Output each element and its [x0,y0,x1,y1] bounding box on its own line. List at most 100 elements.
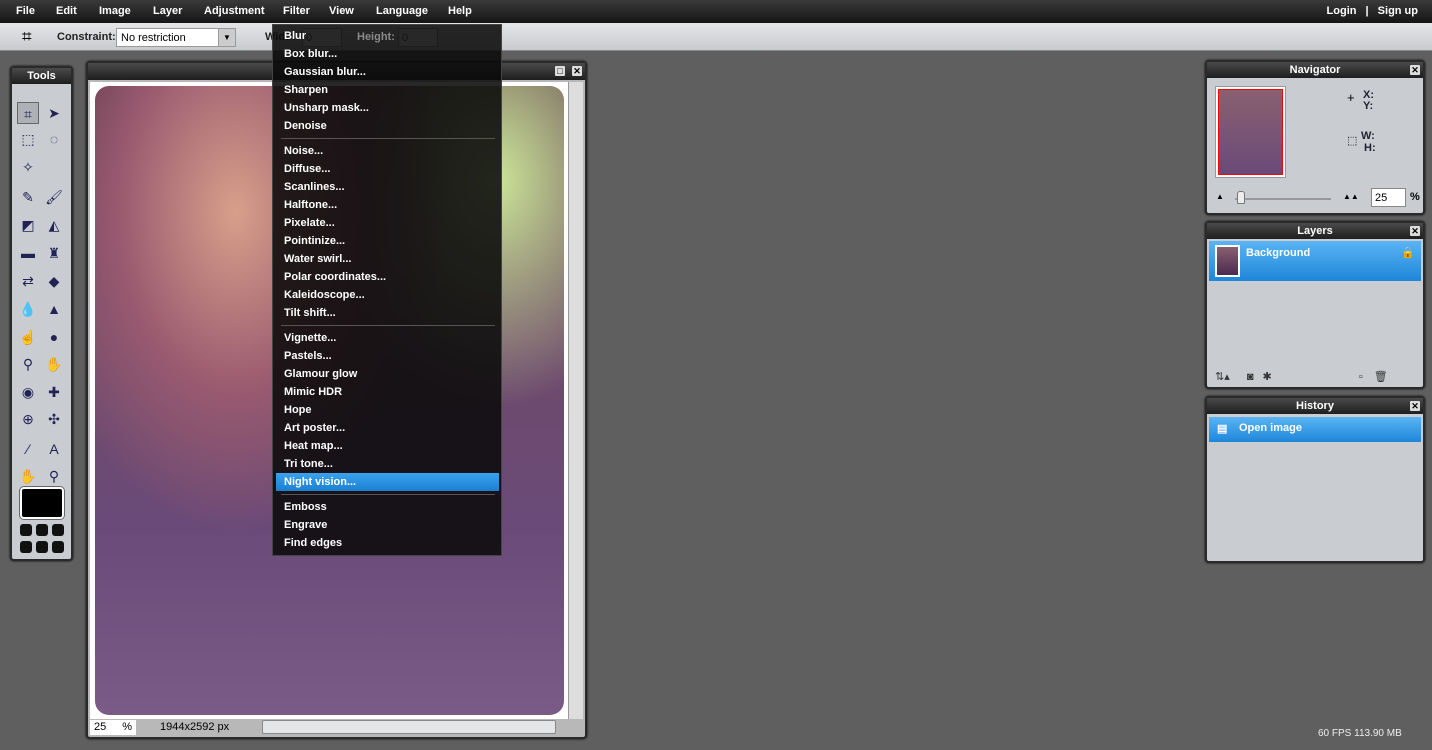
filter-menu-item[interactable]: Vignette... [276,329,499,347]
layer-style-icon[interactable]: ✱ [1263,371,1272,383]
menu-help[interactable]: Help [448,5,472,17]
filter-menu-item[interactable]: Tilt shift... [276,304,499,322]
filter-menu-item[interactable]: Box blur... [276,45,499,63]
filter-menu-item[interactable]: Halftone... [276,196,499,214]
menu-language[interactable]: Language [376,5,428,17]
filter-menu-item[interactable]: Polar coordinates... [276,268,499,286]
filter-menu-item[interactable]: Water swirl... [276,250,499,268]
tool-pinch-icon[interactable]: ✣ [43,408,65,430]
zoom-out-icon[interactable]: ▲ [1216,192,1224,201]
maximize-icon[interactable]: □ [555,66,565,76]
navigator-zoom-input[interactable]: 25 [1371,188,1406,207]
tool-dodge-icon[interactable]: ⚲ [17,353,39,375]
close-icon[interactable]: ✕ [572,66,582,76]
tool-burn-icon[interactable]: ✋ [43,353,65,375]
foreground-color-swatch[interactable] [20,487,64,519]
constraint-select[interactable]: No restriction ▼ [116,28,236,47]
close-icon[interactable]: ✕ [1410,226,1420,236]
tool-hand-icon[interactable]: ✋ [17,465,39,487]
new-layer-icon[interactable]: ▫ [1359,371,1363,383]
close-icon[interactable]: ✕ [1410,401,1420,411]
color-button[interactable] [20,541,32,553]
menu-edit[interactable]: Edit [56,5,77,17]
menu-layer[interactable]: Layer [153,5,182,17]
filter-menu-item[interactable]: Night vision... [276,473,499,491]
filter-menu-item[interactable]: Glamour glow [276,365,499,383]
color-button[interactable] [52,541,64,553]
menu-filter[interactable]: Filter [283,5,310,17]
menu-file[interactable]: File [16,5,35,17]
tool-spot-heal-icon[interactable]: ✚ [43,381,65,403]
color-button[interactable] [20,524,32,536]
layer-settings-icon[interactable]: ⇅▴ [1215,371,1230,383]
filter-menu-item[interactable]: Pointinize... [276,232,499,250]
layer-name: Background [1246,247,1311,259]
constraint-label: Constraint: [57,31,116,43]
close-icon[interactable]: ✕ [1410,65,1420,75]
tool-brush-icon[interactable]: 🖌 [43,186,65,208]
layer-mask-icon[interactable]: ◙ [1247,371,1254,383]
filter-menu-item[interactable]: Pastels... [276,347,499,365]
filter-menu-item[interactable]: Tri tone... [276,455,499,473]
tool-pencil-icon[interactable]: ✎ [17,186,39,208]
filter-menu-item[interactable]: Engrave [276,516,499,534]
tool-clone-stamp-icon[interactable]: ♜ [43,242,65,264]
tool-sponge-icon[interactable]: ● [43,326,65,348]
color-button[interactable] [52,524,64,536]
options-toolbar: ⌗ Constraint: No restriction▼ Width: 0 H… [0,23,1432,51]
signup-link[interactable]: Sign up [1378,5,1418,17]
filter-menu-item[interactable]: Diffuse... [276,160,499,178]
zoom-field[interactable]: 25% [90,720,136,735]
zoom-in-icon[interactable]: ▲▲ [1343,192,1359,201]
menu-adjustment[interactable]: Adjustment [204,5,265,17]
filter-menu-item[interactable]: Mimic HDR [276,383,499,401]
filter-menu-item[interactable]: Scanlines... [276,178,499,196]
filter-menu-item[interactable]: Emboss [276,498,499,516]
trash-icon[interactable]: 🗑 [1374,371,1388,383]
filter-menu-item[interactable]: Hope [276,401,499,419]
tool-gradient-icon[interactable]: ▬ [17,242,39,264]
color-button[interactable] [36,524,48,536]
tool-crop-icon[interactable]: ⌗ [17,102,39,124]
filter-menu-item[interactable]: Gaussian blur... [276,63,499,81]
zoom-slider[interactable] [1235,198,1331,200]
filter-menu-item[interactable]: Pixelate... [276,214,499,232]
color-button[interactable] [36,541,48,553]
tool-magic-wand-icon[interactable]: ✧ [17,156,39,178]
filter-menu-item[interactable]: Kaleidoscope... [276,286,499,304]
filter-menu-item[interactable]: Unsharp mask... [276,99,499,117]
tool-smudge-icon[interactable]: ☝ [17,326,39,348]
filter-menu-item[interactable]: Heat map... [276,437,499,455]
tool-move-icon[interactable]: ➤ [43,102,65,124]
filter-menu-item[interactable]: Noise... [276,142,499,160]
zoom-value: 25 [94,721,107,733]
login-link[interactable]: Login [1327,5,1357,17]
tool-bucket-icon[interactable]: ◭ [43,214,65,236]
layer-item[interactable]: Background 🔒 [1209,241,1421,281]
tool-type-icon[interactable]: A [43,438,65,460]
navigator-thumbnail[interactable] [1215,86,1286,178]
tool-color-picker-icon[interactable]: ⁄ [17,438,39,460]
tool-color-replace-icon[interactable]: ⇄ [17,270,39,292]
zoom-slider-handle[interactable] [1237,191,1245,204]
history-item[interactable]: ▤ Open image [1209,417,1421,442]
tool-lasso-icon[interactable]: ◌ [43,128,65,150]
horizontal-scrollbar[interactable] [262,720,556,734]
tool-zoom-icon[interactable]: ⚲ [43,465,65,487]
vertical-scrollbar[interactable] [568,82,583,719]
tool-eraser-icon[interactable]: ◩ [17,214,39,236]
filter-menu-item[interactable]: Denoise [276,117,499,135]
tool-marquee-icon[interactable]: ⬚ [17,128,39,150]
tool-bloat-icon[interactable]: ⊕ [17,408,39,430]
tool-red-eye-icon[interactable]: ◉ [17,381,39,403]
tool-sharpen-icon[interactable]: ▲ [43,298,65,320]
history-title: History ✕ [1207,398,1423,414]
menu-image[interactable]: Image [99,5,131,17]
zoom-unit: % [1410,191,1420,203]
filter-menu-item[interactable]: Sharpen [276,81,499,99]
tool-blur-icon[interactable]: 💧 [17,298,39,320]
menu-view[interactable]: View [329,5,354,17]
filter-menu-item[interactable]: Find edges [276,534,499,552]
filter-menu-item[interactable]: Art poster... [276,419,499,437]
tool-draw-shape-icon[interactable]: ◆ [43,270,65,292]
